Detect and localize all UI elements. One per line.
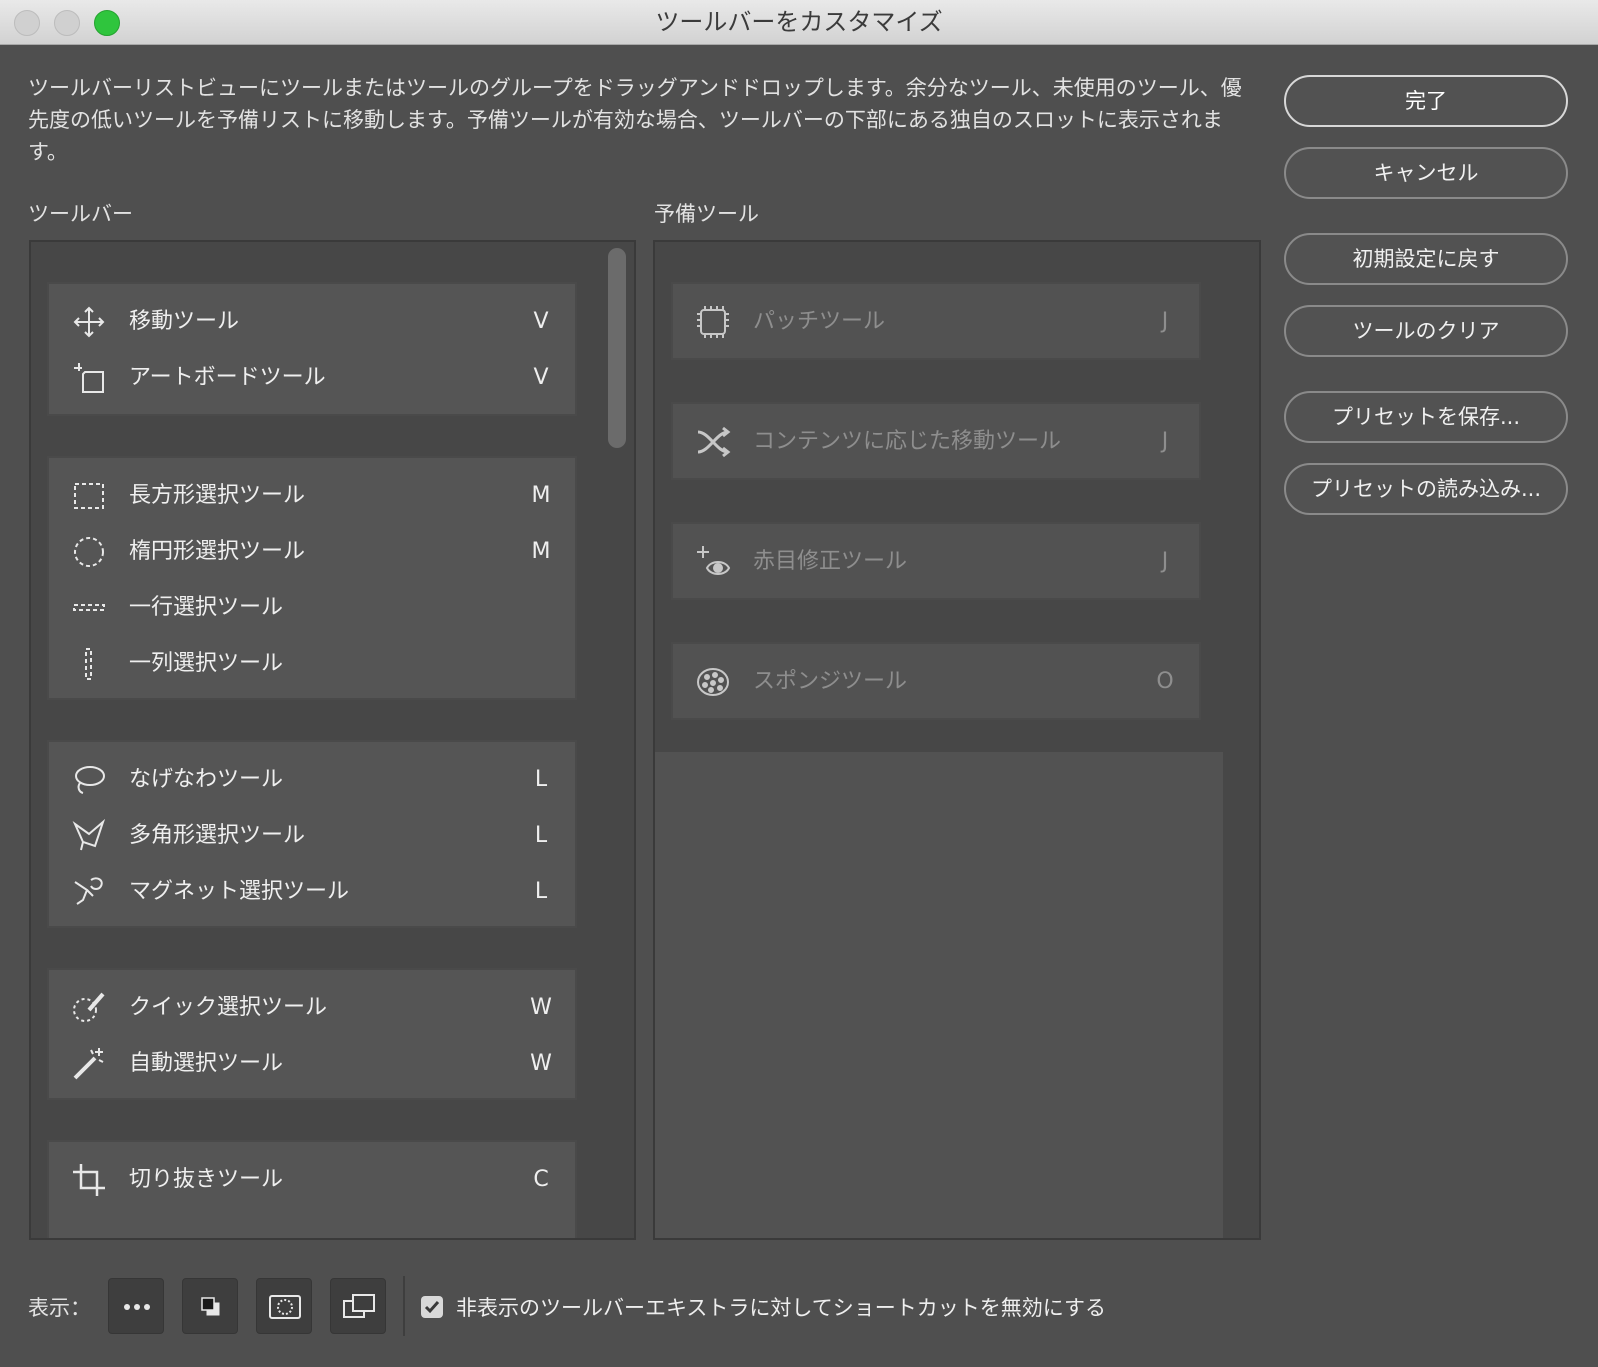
tool-label: 楕円形選択ツール [129, 539, 306, 564]
tool-group[interactable]: 長方形選択ツール M 楕円形選択ツール M 一行選択ツール 一列選択ツール [47, 456, 577, 700]
tool-row[interactable]: 切り抜きツール C [49, 1152, 575, 1208]
quick-selection-icon [71, 990, 107, 1026]
tool-label: 一列選択ツール [129, 651, 284, 676]
tool-label: 切り抜きツール [129, 1167, 284, 1192]
separator [403, 1276, 405, 1336]
magic-wand-icon [71, 1046, 107, 1082]
screen-mode-icon [343, 1294, 375, 1318]
tool-shortcut: M [531, 539, 551, 564]
show-label: 表示： [28, 1296, 91, 1320]
load-preset-button[interactable]: プリセットの読み込み... [1284, 463, 1568, 515]
lasso-icon [71, 762, 107, 798]
extra-tools-drop-area[interactable] [655, 752, 1223, 1238]
patch-icon [695, 304, 731, 340]
tool-label: 多角形選択ツール [129, 823, 306, 848]
tool-shortcut: C [533, 1167, 549, 1192]
tool-shortcut: J [1161, 429, 1169, 454]
tool-row[interactable]: 自動選択ツール W [49, 1036, 575, 1092]
tool-row[interactable]: コンテンツに応じた移動ツール J [673, 414, 1199, 470]
toolbar-list-panel[interactable]: 移動ツール V アートボードツール V 長方形選択ツール M 楕円形選択ツール … [29, 240, 636, 1240]
artboard-icon [71, 360, 107, 396]
tool-label: 赤目修正ツール [753, 549, 908, 574]
extra-tool-item[interactable]: 赤目修正ツール J [671, 522, 1201, 600]
tool-row[interactable]: 楕円形選択ツール M [49, 524, 575, 580]
tool-label: パッチツール [753, 309, 886, 334]
extra-tool-item[interactable]: スポンジツール O [671, 642, 1201, 720]
tool-group[interactable]: 移動ツール V アートボードツール V [47, 282, 577, 416]
extra-tool-item[interactable]: コンテンツに応じた移動ツール J [671, 402, 1201, 480]
magnetic-lasso-icon [71, 874, 107, 910]
tool-shortcut: O [1156, 669, 1174, 694]
tool-label: コンテンツに応じた移動ツール [753, 429, 1062, 454]
rectangular-marquee-icon [71, 478, 107, 514]
tool-shortcut: V [533, 365, 549, 390]
show-colors-toggle[interactable] [182, 1278, 238, 1334]
tool-shortcut: V [533, 309, 549, 334]
show-screen-mode-toggle[interactable] [330, 1278, 386, 1334]
tool-label: 長方形選択ツール [129, 483, 306, 508]
disable-shortcuts-checkbox[interactable] [421, 1296, 443, 1318]
tool-shortcut: L [534, 823, 548, 848]
single-column-marquee-icon [71, 646, 107, 682]
tool-row[interactable]: 赤目修正ツール J [673, 534, 1199, 590]
show-quick-mask-toggle[interactable] [256, 1278, 312, 1334]
tool-label: 移動ツール [129, 309, 240, 334]
done-button[interactable]: 完了 [1284, 75, 1568, 127]
extra-tools-label: 予備ツール [654, 202, 759, 226]
disable-shortcuts-label[interactable]: 非表示のツールバーエキストラに対してショートカットを無効にする [456, 1292, 1106, 1322]
cancel-button[interactable]: キャンセル [1284, 147, 1568, 199]
save-preset-button[interactable]: プリセットを保存... [1284, 391, 1568, 443]
move-icon [71, 304, 107, 340]
default-colors-icon [201, 1297, 220, 1316]
window-title: ツールバーをカスタマイズ [655, 8, 943, 36]
tool-group[interactable]: なげなわツール L 多角形選択ツール L マグネット選択ツール L [47, 740, 577, 928]
tool-row[interactable]: なげなわツール L [49, 752, 575, 808]
tool-shortcut: L [534, 879, 548, 904]
extra-tool-item[interactable]: パッチツール J [671, 282, 1201, 360]
quick-mask-icon [269, 1295, 301, 1319]
tool-row[interactable]: 一列選択ツール [49, 636, 575, 692]
tool-label: マグネット選択ツール [129, 879, 350, 904]
tool-row[interactable]: 移動ツール V [49, 294, 575, 350]
polygonal-lasso-icon [71, 818, 107, 854]
extra-tools-panel[interactable]: パッチツール J コンテンツに応じた移動ツール J 赤目修正ツール J スポンジ… [653, 240, 1261, 1240]
elliptical-marquee-icon [71, 534, 107, 570]
clear-tools-button[interactable]: ツールのクリア [1284, 305, 1568, 357]
tool-row[interactable]: 長方形選択ツール M [49, 468, 575, 524]
more-options-icon [124, 1304, 150, 1310]
show-extras-toggle[interactable] [108, 1278, 164, 1334]
tool-shortcut: W [530, 1051, 552, 1076]
tool-shortcut: L [534, 767, 548, 792]
tool-row[interactable]: 多角形選択ツール L [49, 808, 575, 864]
crop-icon [71, 1162, 107, 1198]
toolbar-list-label: ツールバー [28, 202, 133, 226]
tool-label: なげなわツール [129, 767, 284, 792]
red-eye-icon [695, 544, 731, 580]
tool-row[interactable]: マグネット選択ツール L [49, 864, 575, 920]
tool-label: 自動選択ツール [129, 1051, 284, 1076]
instructions-text: ツールバーリストビューにツールまたはツールのグループをドラッグアンドドロップしま… [28, 76, 1242, 164]
tool-shortcut: W [530, 995, 552, 1020]
tool-row[interactable]: 一行選択ツール [49, 580, 575, 636]
sponge-icon [695, 664, 731, 700]
window-titlebar: ツールバーをカスタマイズ [0, 0, 1598, 45]
checkmark-icon [424, 1301, 440, 1314]
single-row-marquee-icon [71, 590, 107, 626]
tool-shortcut: J [1161, 309, 1169, 334]
tool-shortcut: M [531, 483, 551, 508]
content-aware-move-icon [695, 424, 731, 460]
toolbar-list-scrollbar[interactable] [608, 248, 626, 448]
tool-row[interactable]: スポンジツール O [673, 654, 1199, 710]
tool-label: 一行選択ツール [129, 595, 284, 620]
tool-label: アートボードツール [129, 365, 326, 390]
tool-row[interactable]: クイック選択ツール W [49, 980, 575, 1036]
tool-label: スポンジツール [753, 669, 908, 694]
tool-label: クイック選択ツール [129, 995, 328, 1020]
tool-shortcut: J [1161, 549, 1169, 574]
tool-group[interactable]: 切り抜きツール C [47, 1140, 577, 1238]
tool-row[interactable]: パッチツール J [673, 294, 1199, 350]
tool-row[interactable]: アートボードツール V [49, 350, 575, 406]
restore-defaults-button[interactable]: 初期設定に戻す [1284, 233, 1568, 285]
tool-group[interactable]: クイック選択ツール W 自動選択ツール W [47, 968, 577, 1100]
